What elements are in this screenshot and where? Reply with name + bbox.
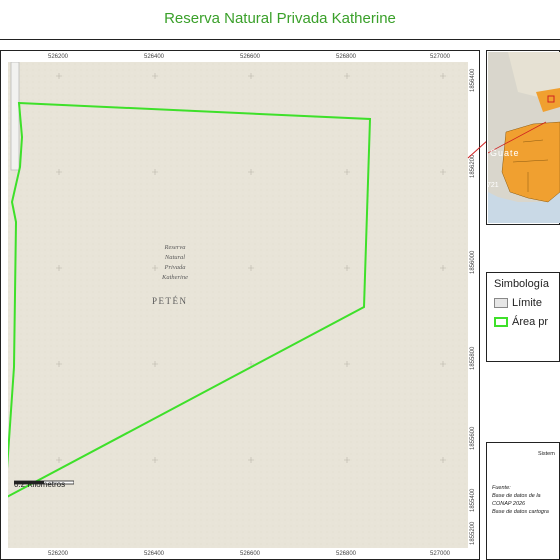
legend-item-protected-area: Área pr	[494, 316, 548, 328]
x-tick-label: 526200	[48, 551, 69, 557]
legend-title: Simbología	[494, 278, 550, 290]
locator-map[interactable]: Guate 721	[488, 52, 560, 223]
credits-heading: Sistem	[538, 451, 555, 457]
y-tick-label: 1856000	[470, 250, 476, 274]
x-tick-label: 526600	[240, 54, 261, 60]
region-label: PETÉN	[152, 296, 188, 306]
x-tick-label: 526600	[240, 551, 261, 557]
main-map[interactable]	[8, 62, 468, 548]
x-tick-label: 527000	[430, 551, 451, 557]
feature-label: Reserva Natural Privada Katherine	[162, 244, 188, 281]
inset-number-label: 721	[488, 182, 499, 189]
y-tick-label: 1855600	[470, 426, 476, 450]
credit-line: Base de datos de la	[492, 493, 541, 499]
y-tick-label: 1856400	[470, 68, 476, 92]
credits: Sistem Fuente: Base de datos de la CONAP…	[492, 446, 560, 556]
credit-line: CONAP 2026	[492, 501, 526, 507]
y-tick-label: 1855800	[470, 346, 476, 370]
inset-country-label: Guate	[490, 148, 520, 158]
map-canvas	[8, 62, 468, 548]
limit-swatch	[494, 298, 508, 309]
x-tick-label: 526800	[336, 54, 357, 60]
scale-label: 0.2 Kilómetros	[14, 480, 66, 489]
locator-canvas	[488, 52, 560, 223]
credit-line: Fuente:	[492, 485, 511, 491]
x-tick-label: 526800	[336, 551, 357, 557]
protected-area-swatch	[494, 317, 508, 328]
legend-item-limit: Límite	[494, 297, 542, 309]
y-tick-label: 1855200	[470, 521, 476, 545]
map-title: Reserva Natural Privada Katherine	[164, 10, 396, 27]
x-tick-label: 526200	[48, 54, 69, 60]
x-tick-label: 526400	[144, 551, 165, 557]
y-tick-label: 1855400	[470, 488, 476, 512]
x-tick-label: 526400	[144, 54, 165, 60]
credit-line: Base de datos cartogra	[492, 509, 549, 515]
basemap	[8, 62, 468, 548]
x-tick-label: 527000	[430, 54, 451, 60]
adjacent-parcel	[10, 62, 20, 171]
